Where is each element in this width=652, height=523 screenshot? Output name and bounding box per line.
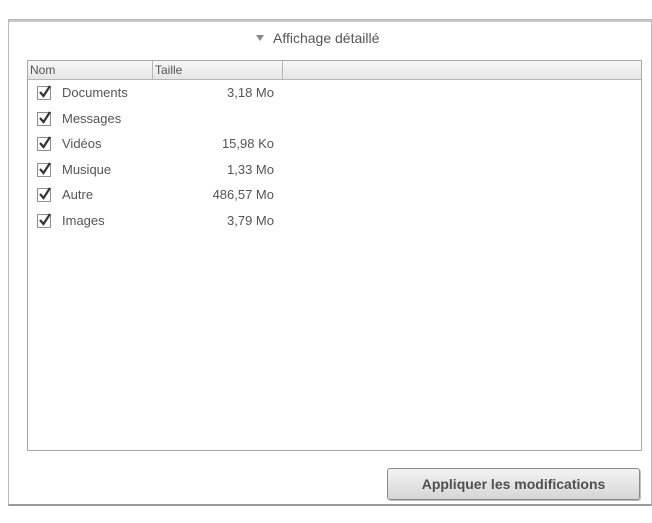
checkmark-icon: [39, 110, 51, 124]
checkmark-icon: [39, 162, 51, 175]
category-name: Autre: [62, 187, 94, 203]
category-list: Nom Taille Documents 3,18 Mo Messages Vi…: [27, 60, 642, 451]
category-name: Images: [62, 212, 105, 228]
list-item: Musique 1,33 Mo: [28, 160, 641, 186]
category-size: 3,18 Mo: [227, 85, 274, 100]
category-name: Messages: [62, 110, 122, 126]
checkmark-icon: [39, 85, 51, 98]
list-item: Vidéos 15,98 Ko: [28, 134, 641, 160]
detailed-view-label: Affichage détaillé: [273, 30, 380, 46]
category-size: 1,33 Mo: [227, 161, 274, 177]
category-size: 3,79 Mo: [227, 212, 274, 228]
category-name: Vidéos: [62, 136, 102, 152]
category-checkbox[interactable]: [37, 85, 51, 100]
detailed-view-toggle[interactable]: Affichage détaillé: [256, 28, 379, 48]
list-item: Autre 486,57 Mo: [28, 185, 641, 211]
list-item: Messages: [28, 109, 641, 135]
checkmark-icon: [39, 187, 51, 201]
list-rows: Documents 3,18 Mo Messages Vidéos 15,98 …: [28, 83, 641, 237]
checkmark-icon: [39, 213, 51, 226]
column-header-empty: [283, 61, 641, 79]
category-name: Musique: [62, 161, 112, 177]
checkmark-icon: [39, 136, 51, 150]
column-header-size[interactable]: Taille: [153, 61, 283, 79]
category-checkbox[interactable]: [37, 110, 51, 126]
category-checkbox[interactable]: [37, 136, 51, 152]
category-checkbox[interactable]: [37, 213, 51, 228]
column-header-name[interactable]: Nom: [28, 61, 153, 79]
triangle-down-icon: [256, 35, 264, 41]
category-size: 15,98 Ko: [221, 136, 274, 152]
category-size: 486,57 Mo: [212, 187, 274, 203]
category-name: Documents: [62, 85, 128, 100]
list-item: Images 3,79 Mo: [28, 211, 641, 237]
list-header: Nom Taille: [28, 61, 641, 80]
details-panel: Affichage détaillé Nom Taille Documents …: [8, 19, 652, 506]
category-checkbox[interactable]: [37, 162, 51, 177]
list-item: Documents 3,18 Mo: [28, 83, 641, 109]
category-checkbox[interactable]: [37, 187, 51, 203]
backup-details-window: Affichage détaillé Nom Taille Documents …: [0, 0, 652, 523]
panel-divider: [9, 20, 651, 22]
apply-changes-button[interactable]: Appliquer les modifications: [387, 468, 640, 500]
